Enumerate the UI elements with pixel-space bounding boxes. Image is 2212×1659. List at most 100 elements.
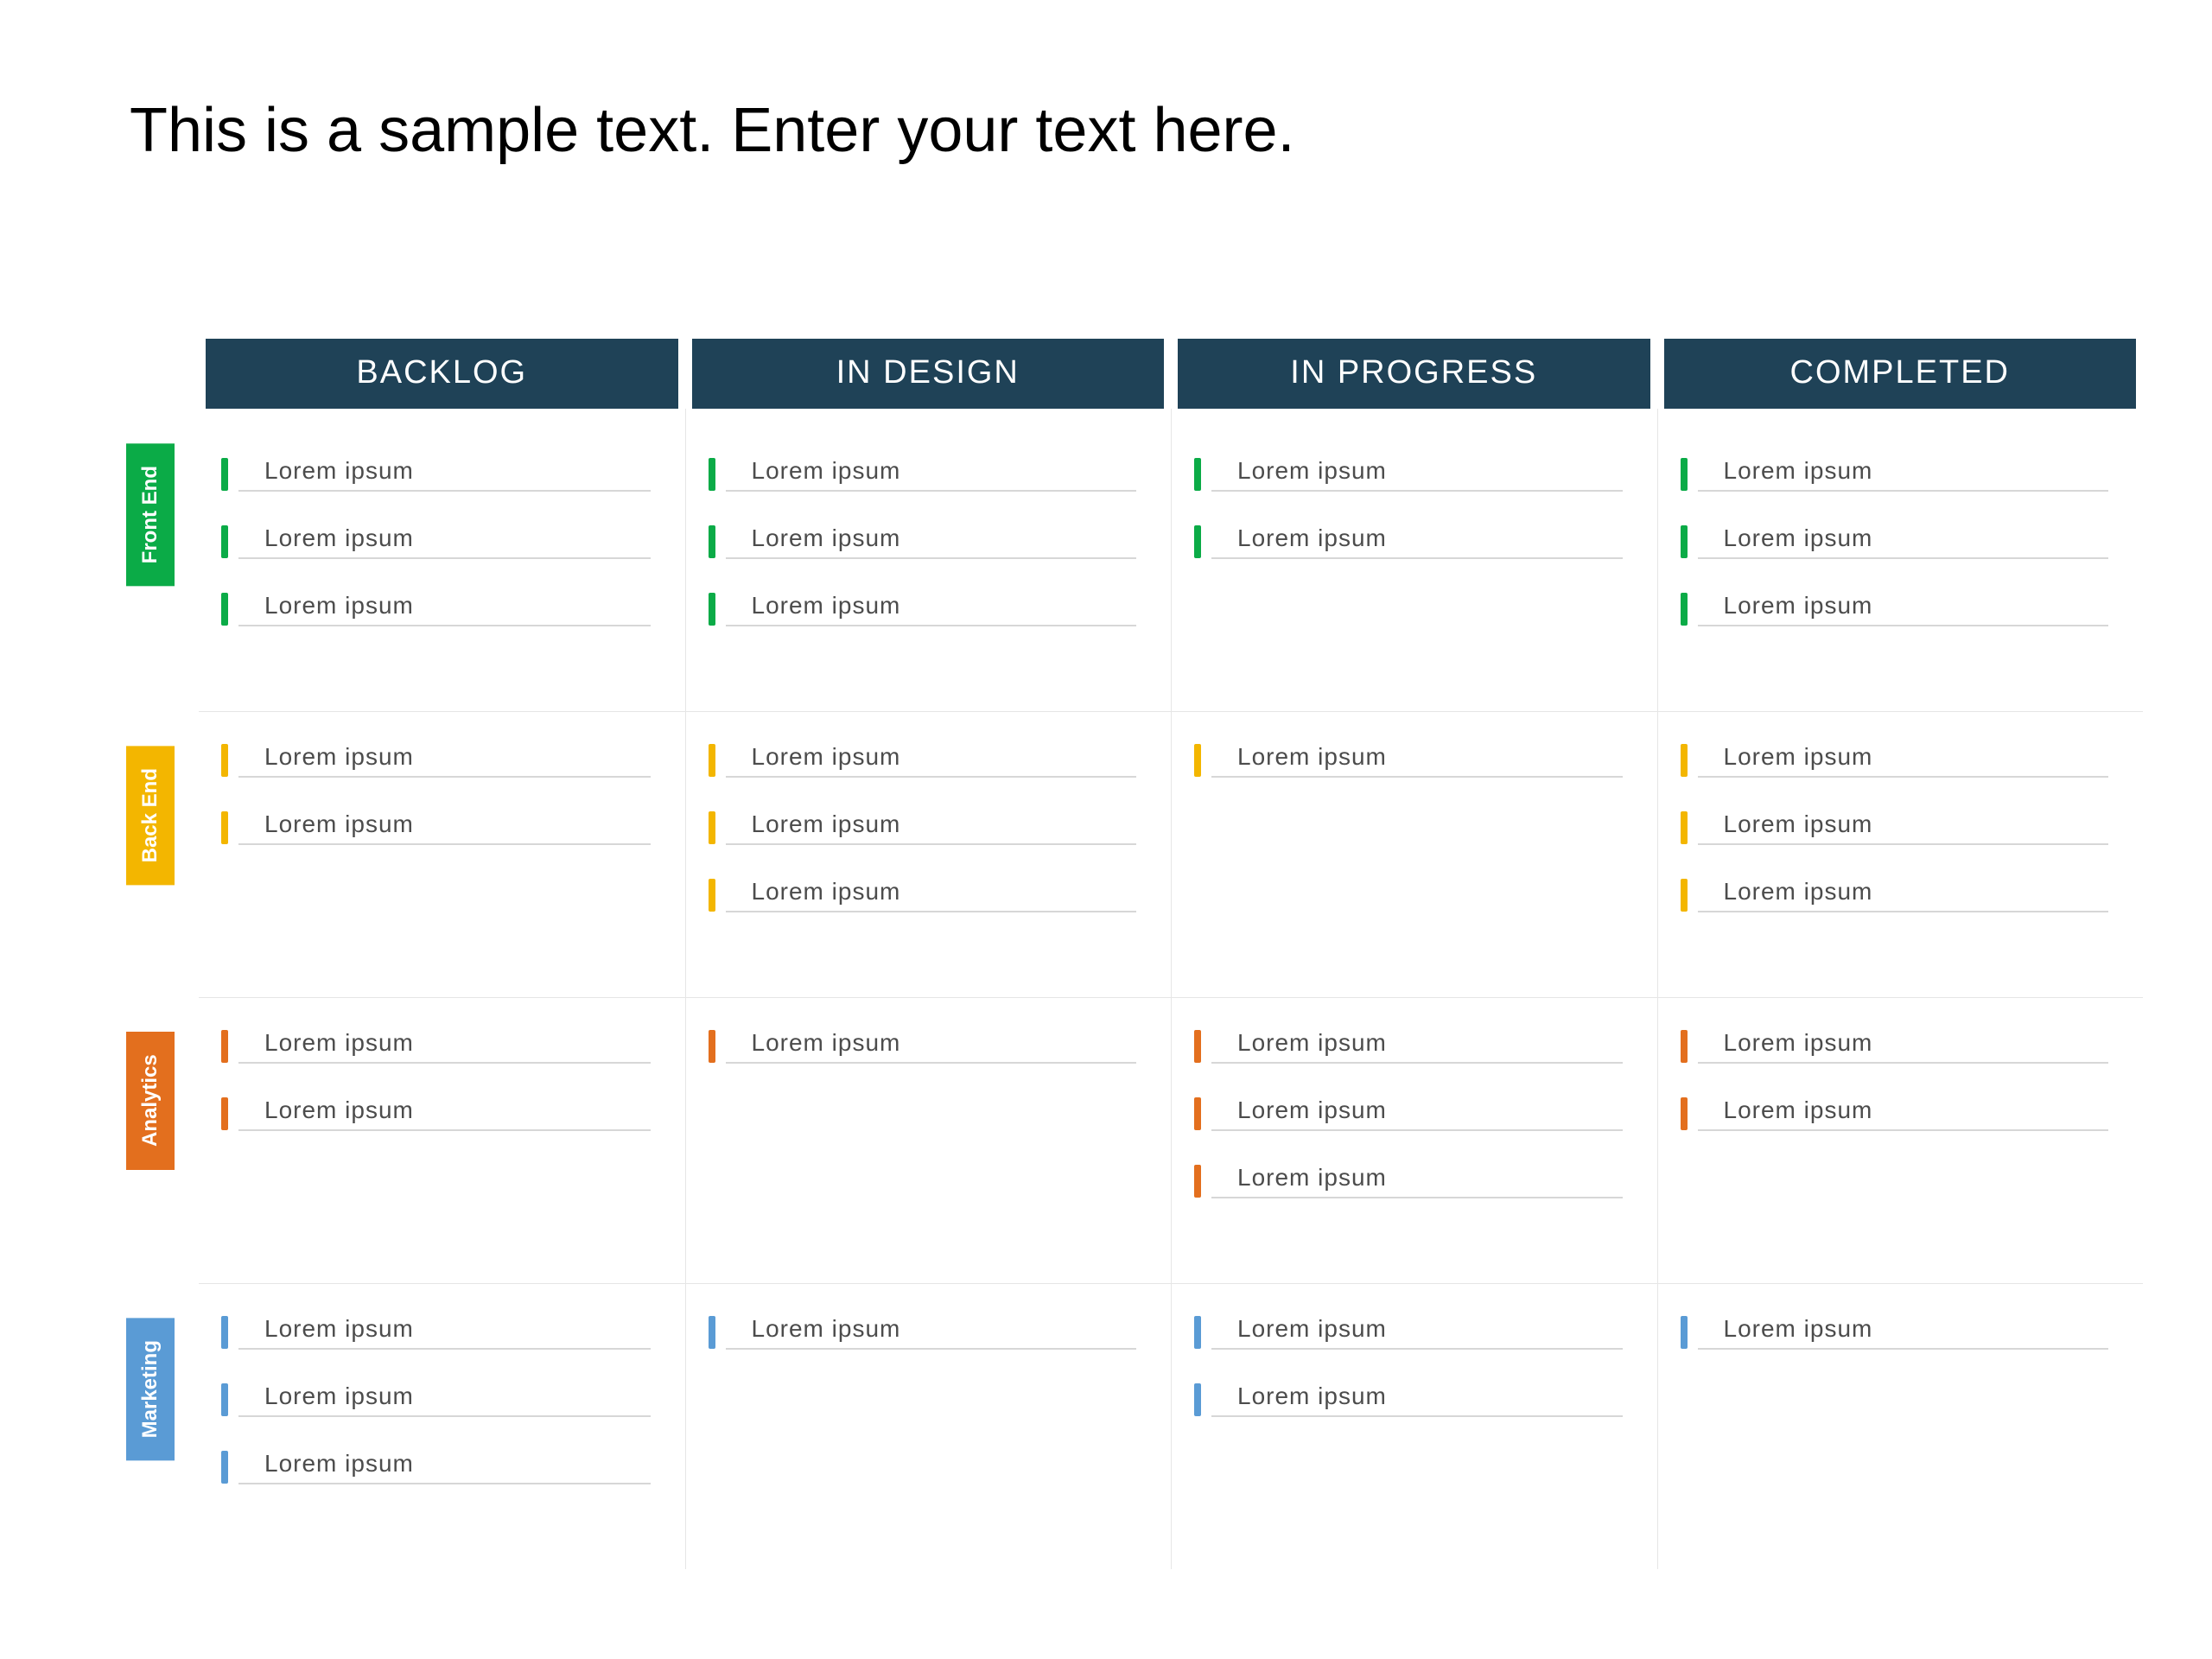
card-color-tick: [221, 811, 228, 844]
card-color-tick: [709, 525, 715, 558]
card-color-tick: [709, 811, 715, 844]
lane-label-marketing: Marketing: [126, 1318, 175, 1460]
task-card[interactable]: Lorem ipsum: [709, 592, 1137, 626]
board-cell: Lorem ipsum: [1171, 711, 1657, 997]
task-card[interactable]: Lorem ipsum: [221, 457, 651, 492]
card-text: Lorem ipsum: [726, 810, 1137, 845]
task-card[interactable]: Lorem ipsum: [1681, 524, 2109, 559]
board-cell: Lorem ipsum: [685, 1283, 1172, 1569]
card-color-tick: [221, 744, 228, 777]
lane-label-front-end: Front End: [126, 443, 175, 586]
card-color-tick: [709, 1316, 715, 1349]
task-card[interactable]: Lorem ipsum: [1194, 1382, 1623, 1417]
lane-label-cell: Back End: [52, 711, 199, 997]
card-color-tick: [1681, 1030, 1688, 1063]
column-header-in-progress: IN PROGRESS: [1178, 339, 1650, 409]
task-card[interactable]: Lorem ipsum: [709, 524, 1137, 559]
card-color-tick: [1681, 525, 1688, 558]
task-card[interactable]: Lorem ipsum: [1194, 524, 1623, 559]
board-cell: Lorem ipsum Lorem ipsum: [1171, 1283, 1657, 1569]
task-card[interactable]: Lorem ipsum: [221, 592, 651, 626]
task-card[interactable]: Lorem ipsum: [1194, 743, 1623, 778]
card-color-tick: [709, 744, 715, 777]
card-text: Lorem ipsum: [1698, 878, 2109, 912]
lane-label-analytics: Analytics: [126, 1032, 175, 1170]
card-color-tick: [709, 1030, 715, 1063]
task-card[interactable]: Lorem ipsum: [221, 1450, 651, 1484]
task-card[interactable]: Lorem ipsum: [1681, 810, 2109, 845]
card-color-tick: [1681, 879, 1688, 912]
task-card[interactable]: Lorem ipsum: [1194, 1164, 1623, 1198]
card-text: Lorem ipsum: [238, 1096, 651, 1131]
task-card[interactable]: Lorem ipsum: [221, 1382, 651, 1417]
card-text: Lorem ipsum: [238, 743, 651, 778]
board-cell: Lorem ipsum Lorem ipsum Lorem ipsum: [685, 711, 1172, 997]
board-cell: Lorem ipsum Lorem ipsum: [199, 997, 685, 1283]
task-card[interactable]: Lorem ipsum: [1681, 1029, 2109, 1064]
task-card[interactable]: Lorem ipsum: [709, 457, 1137, 492]
card-text: Lorem ipsum: [238, 1315, 651, 1350]
task-card[interactable]: Lorem ipsum: [221, 743, 651, 778]
card-color-tick: [709, 879, 715, 912]
card-text: Lorem ipsum: [1211, 1164, 1623, 1198]
card-text: Lorem ipsum: [238, 1382, 651, 1417]
task-card[interactable]: Lorem ipsum: [1681, 457, 2109, 492]
task-card[interactable]: Lorem ipsum: [221, 1029, 651, 1064]
column-header-in-design: IN DESIGN: [692, 339, 1165, 409]
board-cell: Lorem ipsum Lorem ipsum: [1171, 409, 1657, 711]
card-text: Lorem ipsum: [726, 743, 1137, 778]
task-card[interactable]: Lorem ipsum: [709, 1029, 1137, 1064]
card-color-tick: [1194, 458, 1201, 491]
card-text: Lorem ipsum: [1698, 743, 2109, 778]
card-color-tick: [709, 593, 715, 626]
card-color-tick: [1194, 1316, 1201, 1349]
task-card[interactable]: Lorem ipsum: [709, 743, 1137, 778]
card-text: Lorem ipsum: [238, 1029, 651, 1064]
card-text: Lorem ipsum: [1211, 1029, 1623, 1064]
board-cell: Lorem ipsum Lorem ipsum Lorem ipsum: [199, 409, 685, 711]
card-color-tick: [1681, 1316, 1688, 1349]
card-color-tick: [1681, 593, 1688, 626]
card-color-tick: [1681, 811, 1688, 844]
task-card[interactable]: Lorem ipsum: [1194, 1029, 1623, 1064]
card-text: Lorem ipsum: [1211, 1382, 1623, 1417]
board-cell: Lorem ipsum Lorem ipsum: [199, 711, 685, 997]
task-card[interactable]: Lorem ipsum: [709, 1315, 1137, 1350]
card-text: Lorem ipsum: [238, 1450, 651, 1484]
board-cell: Lorem ipsum Lorem ipsum Lorem ipsum: [1657, 711, 2144, 997]
card-color-tick: [221, 1383, 228, 1416]
card-text: Lorem ipsum: [1211, 743, 1623, 778]
card-text: Lorem ipsum: [1698, 524, 2109, 559]
task-card[interactable]: Lorem ipsum: [1194, 1315, 1623, 1350]
card-color-tick: [221, 1316, 228, 1349]
task-card[interactable]: Lorem ipsum: [1681, 743, 2109, 778]
card-text: Lorem ipsum: [726, 524, 1137, 559]
card-text: Lorem ipsum: [726, 878, 1137, 912]
kanban-board: BACKLOGIN DESIGNIN PROGRESSCOMPLETEDFron…: [52, 339, 2143, 1569]
card-color-tick: [1194, 1030, 1201, 1063]
task-card[interactable]: Lorem ipsum: [1681, 878, 2109, 912]
card-color-tick: [1681, 744, 1688, 777]
task-card[interactable]: Lorem ipsum: [1681, 1315, 2109, 1350]
task-card[interactable]: Lorem ipsum: [221, 524, 651, 559]
task-card[interactable]: Lorem ipsum: [709, 878, 1137, 912]
task-card[interactable]: Lorem ipsum: [221, 1315, 651, 1350]
task-card[interactable]: Lorem ipsum: [1681, 592, 2109, 626]
card-text: Lorem ipsum: [1211, 457, 1623, 492]
task-card[interactable]: Lorem ipsum: [1194, 457, 1623, 492]
task-card[interactable]: Lorem ipsum: [221, 1096, 651, 1131]
card-color-tick: [1194, 1097, 1201, 1130]
card-text: Lorem ipsum: [1211, 524, 1623, 559]
task-card[interactable]: Lorem ipsum: [1681, 1096, 2109, 1131]
card-text: Lorem ipsum: [726, 1029, 1137, 1064]
task-card[interactable]: Lorem ipsum: [1194, 1096, 1623, 1131]
task-card[interactable]: Lorem ipsum: [709, 810, 1137, 845]
card-color-tick: [221, 525, 228, 558]
card-color-tick: [221, 458, 228, 491]
card-color-tick: [1681, 1097, 1688, 1130]
card-text: Lorem ipsum: [1698, 1315, 2109, 1350]
column-header-completed: COMPLETED: [1664, 339, 2137, 409]
slide: This is a sample text. Enter your text h…: [0, 0, 2212, 1659]
task-card[interactable]: Lorem ipsum: [221, 810, 651, 845]
lane-label-cell: Front End: [52, 409, 199, 711]
